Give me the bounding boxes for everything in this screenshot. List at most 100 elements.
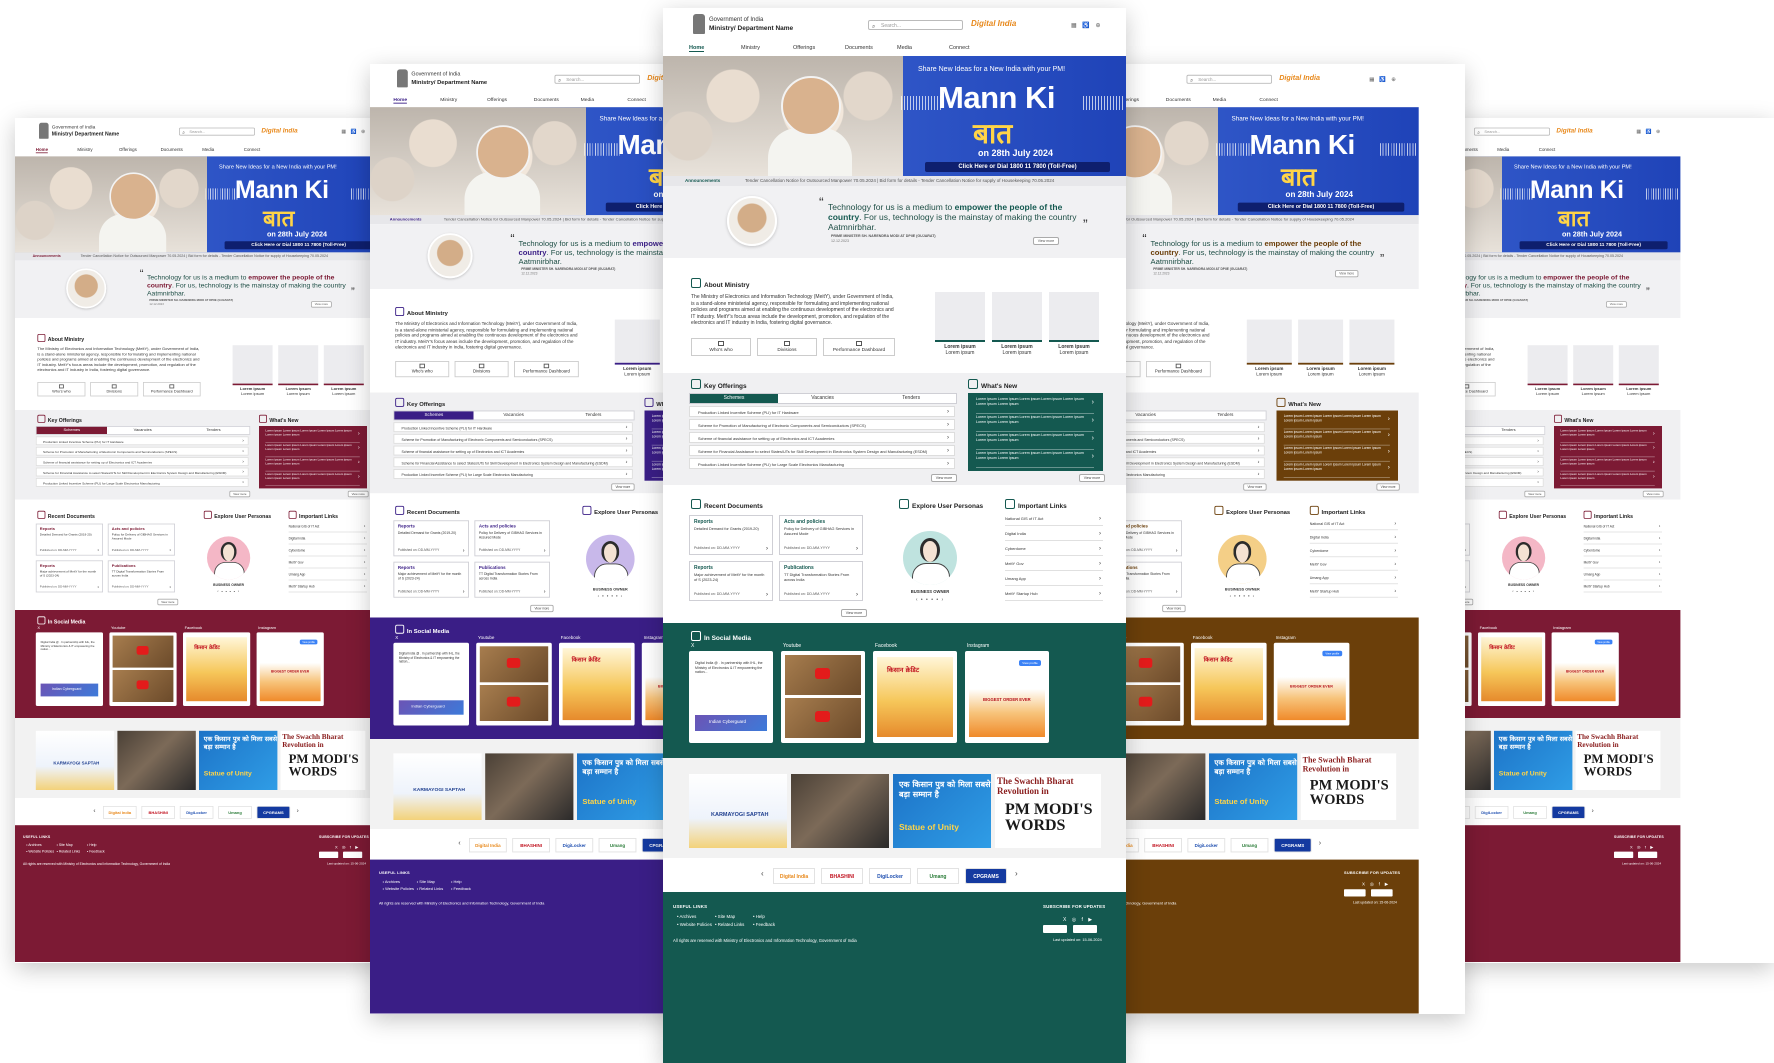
important-link[interactable]: MeitY Gov ›: [1309, 559, 1398, 571]
whats-new-item[interactable]: Lorem ipsum Lorem ipsum Lorem ipsum Lore…: [265, 458, 360, 472]
gallery-item[interactable]: [1117, 753, 1206, 820]
about-card[interactable]: [232, 345, 273, 386]
search-input[interactable]: ⌕ Search...: [868, 20, 963, 30]
nav-item-connect[interactable]: Connect: [627, 97, 645, 102]
important-link[interactable]: MeitY Startup Hub ›: [1309, 586, 1398, 598]
gallery-item[interactable]: [791, 774, 889, 848]
hero-banner[interactable]: Share New Ideas for a New India with you…: [1075, 107, 1419, 216]
persona-carousel-dots[interactable]: ‹ • • • • ›: [905, 597, 955, 603]
important-link[interactable]: MeitY Gov ›: [1583, 558, 1662, 569]
footer-link[interactable]: • Site Map: [417, 879, 435, 884]
persona-avatar[interactable]: [207, 536, 251, 580]
important-link[interactable]: Digital India ›: [1583, 534, 1662, 545]
footer-badge[interactable]: [1638, 851, 1658, 858]
footer-link[interactable]: • Help: [753, 914, 765, 919]
banner-cta-button[interactable]: Click Here or Dial 1800 11 7800 (Toll-Fr…: [1237, 202, 1405, 212]
offering-item[interactable]: Scheme for Financial Assistance to selec…: [35, 467, 249, 477]
about-card[interactable]: [1527, 345, 1568, 386]
important-link[interactable]: MeitY Startup Hub ›: [1005, 588, 1103, 601]
x-feed-card[interactable]: Digital India @ . In partnership with IH…: [35, 632, 103, 706]
gallery-item[interactable]: KARMAYOGI SAPTAH: [689, 774, 787, 848]
tab-vacancies[interactable]: Vacancies: [779, 394, 867, 403]
about-card[interactable]: [323, 345, 364, 386]
nav-item-connect[interactable]: Connect: [949, 45, 970, 51]
youtube-video-thumb[interactable]: [479, 685, 549, 721]
offering-item[interactable]: Production Linked Incentive Scheme (PLI)…: [35, 436, 249, 446]
partner-logo[interactable]: Umang: [598, 838, 637, 853]
partner-logo[interactable]: CPGRAMS: [1551, 806, 1586, 819]
partner-logo[interactable]: BHASHINI: [141, 806, 175, 819]
announcement-ticker[interactable]: Announcements Tender Cancellation Notice…: [663, 176, 1126, 186]
persona-avatar[interactable]: [586, 534, 635, 584]
chevron-right-icon[interactable]: ›: [1319, 839, 1321, 847]
important-link[interactable]: Umang App ›: [1309, 573, 1398, 585]
nav-item-media[interactable]: Media: [897, 45, 912, 51]
offering-item[interactable]: Scheme of financial assistance for setti…: [393, 445, 633, 456]
nav-item-documents[interactable]: Documents: [534, 97, 559, 102]
youtube-video-thumb[interactable]: [785, 655, 861, 695]
whats-new-item[interactable]: Lorem ipsum Lorem ipsum Lorem ipsum Lore…: [1560, 472, 1655, 486]
document-card[interactable]: ReportsDetailed Demand for Grants (2019-…: [393, 520, 469, 557]
instagram-view-profile-button[interactable]: View profile: [299, 639, 318, 645]
persona-carousel-dots[interactable]: ‹ • • • • ›: [1504, 589, 1544, 594]
footer-link[interactable]: • Website Policies: [677, 922, 712, 927]
youtube-video-thumb[interactable]: [785, 698, 861, 738]
whats-new-item[interactable]: Lorem ipsum Lorem ipsum Lorem ipsum Lore…: [1560, 444, 1655, 458]
important-link[interactable]: Digital India ›: [1005, 528, 1103, 541]
facebook-feed-card[interactable]: किसान क्रेडिट: [183, 632, 251, 706]
footer-link[interactable]: • Website Policies: [26, 849, 54, 853]
partner-logo[interactable]: BHASHINI: [821, 868, 863, 884]
banner-cta-button[interactable]: Click Here or Dial 1800 11 7800 (Toll-Fr…: [1519, 241, 1668, 250]
whats-new-item[interactable]: Lorem ipsum Lorem ipsum Lorem ipsum Lore…: [265, 472, 360, 486]
tab-tenders[interactable]: Tenders: [1473, 427, 1543, 434]
offering-item[interactable]: Scheme for Promotion of Manufacturing of…: [689, 419, 955, 430]
tab-tenders[interactable]: Tenders: [1186, 411, 1265, 419]
announcement-text[interactable]: Tender Cancellation Notice for Outsource…: [745, 176, 1105, 186]
instagram-feed-card[interactable]: View profile BIGGEST ORDER EVER: [256, 632, 324, 706]
nav-item-connect[interactable]: Connect: [1259, 97, 1277, 102]
footer-social-icons[interactable]: X ◎ f ▶: [1362, 882, 1390, 887]
about-card[interactable]: [278, 345, 319, 386]
footer-link[interactable]: • Related Links: [57, 849, 80, 853]
offering-item[interactable]: Scheme for Promotion of Manufacturing of…: [35, 446, 249, 456]
about-button-0[interactable]: Who's who: [691, 338, 751, 356]
offering-item[interactable]: Scheme for Financial Assistance to selec…: [689, 445, 955, 456]
partner-logo[interactable]: Digital India: [773, 868, 815, 884]
footer-link[interactable]: • Archives: [383, 879, 400, 884]
partner-logo[interactable]: Digital India: [103, 806, 137, 819]
whats-new-item[interactable]: Lorem ipsum Lorem ipsum Lorem ipsum Lore…: [1560, 429, 1655, 443]
offerings-view-more[interactable]: View more: [931, 474, 957, 482]
footer-social-icons[interactable]: X ◎ f ▶: [335, 845, 360, 850]
quote-more-button[interactable]: View more: [311, 301, 332, 308]
announcement-text[interactable]: Tender Cancellation Notice for Outsource…: [81, 252, 369, 260]
documents-view-more[interactable]: View more: [1162, 604, 1186, 613]
nav-item-media[interactable]: Media: [202, 148, 214, 153]
gallery-item[interactable]: एक किसान पुत्र को मिला सबसे बड़ा सम्मान …: [199, 730, 278, 790]
whats-new-item[interactable]: Lorem ipsum Lorem ipsum Lorem ipsum Lore…: [1283, 414, 1390, 430]
whats-new-item[interactable]: Lorem ipsum Lorem ipsum Lorem ipsum Lore…: [265, 444, 360, 458]
nav-item-home[interactable]: Home: [393, 97, 408, 104]
footer-badge[interactable]: [1614, 851, 1634, 858]
partner-logo[interactable]: Umang: [1513, 806, 1547, 819]
important-link[interactable]: MeitY Gov ›: [288, 558, 367, 569]
offerings-view-more[interactable]: View more: [1524, 490, 1546, 498]
partner-logo[interactable]: BHASHINI: [512, 838, 550, 853]
offerings-view-more[interactable]: View more: [229, 490, 251, 498]
document-card[interactable]: PublicationsTT Digital Transformation St…: [107, 560, 175, 593]
about-card[interactable]: [1349, 319, 1395, 365]
quote-more-button[interactable]: View more: [1606, 301, 1627, 308]
footer-link[interactable]: • Archives: [26, 843, 41, 847]
whats-new-item[interactable]: Lorem ipsum Lorem ipsum Lorem ipsum Lore…: [976, 397, 1094, 414]
about-button-2[interactable]: Performance Dashboard: [514, 361, 579, 378]
facebook-feed-card[interactable]: किसान क्रेडिट: [1191, 642, 1267, 726]
important-link[interactable]: National GIS of IT Act ›: [288, 522, 367, 533]
search-input[interactable]: ⌕ Search...: [554, 74, 640, 84]
nav-item-offerings[interactable]: Offerings: [119, 148, 137, 153]
instagram-view-profile-button[interactable]: View profile: [1322, 650, 1343, 657]
chevron-left-icon[interactable]: ‹: [761, 869, 764, 878]
offering-item[interactable]: Production Linked Incentive Scheme (PLI)…: [393, 469, 633, 479]
gallery-item[interactable]: एक किसान पुत्र को मिला सबसे बड़ा सम्मान …: [893, 774, 991, 848]
nav-item-connect[interactable]: Connect: [1539, 148, 1555, 153]
offering-item[interactable]: Production Linked Incentive Scheme (PLI)…: [35, 478, 249, 487]
partner-logo[interactable]: DigiLocker: [1187, 838, 1226, 853]
